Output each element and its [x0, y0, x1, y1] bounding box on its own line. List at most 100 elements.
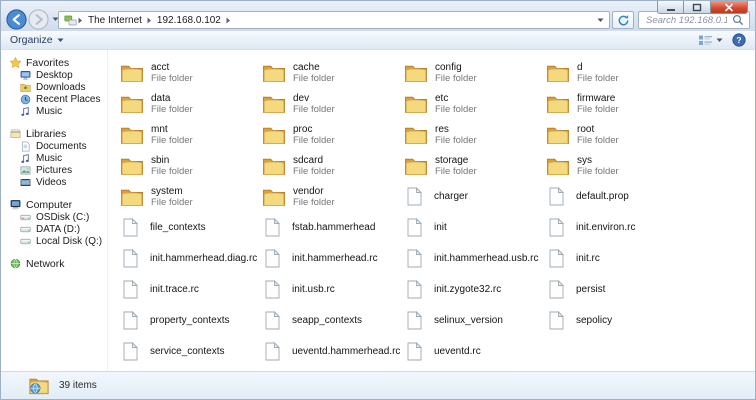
folder-item-sbin[interactable]: sbin File folder: [120, 150, 262, 181]
file-item-property-contexts[interactable]: property_contexts: [120, 305, 262, 336]
folder-item-root[interactable]: root File folder: [546, 119, 688, 150]
folder-item-mnt[interactable]: mnt File folder: [120, 119, 262, 150]
folder-item-etc[interactable]: etc File folder: [404, 88, 546, 119]
folder-icon: [262, 63, 286, 83]
folder-item-data[interactable]: data File folder: [120, 88, 262, 119]
computer-icon: [10, 199, 21, 210]
item-name: init.hammerhead.diag.rc: [150, 253, 258, 264]
file-item-ueventd-hammerhead-rc[interactable]: ueventd.hammerhead.rc: [262, 336, 404, 367]
file-item-init-hammerhead-diag-rc[interactable]: init.hammerhead.diag.rc: [120, 243, 262, 274]
folder-icon: [404, 63, 428, 83]
nav-buttons: [6, 9, 59, 30]
file-item-init-environ-rc[interactable]: init.environ.rc: [546, 212, 688, 243]
pictures-icon: [20, 165, 31, 176]
file-item-init-hammerhead-usb-rc[interactable]: init.hammerhead.usb.rc: [404, 243, 546, 274]
folder-icon: [404, 94, 428, 114]
file-icon: [407, 342, 422, 361]
file-item-charger[interactable]: charger: [404, 181, 546, 212]
sidebar-item-recent-places[interactable]: Recent Places: [8, 93, 107, 105]
file-icon: [549, 249, 564, 268]
folder-item-firmware[interactable]: firmware File folder: [546, 88, 688, 119]
sidebar-header-libraries[interactable]: Libraries: [8, 127, 107, 140]
file-item-init-hammerhead-rc[interactable]: init.hammerhead.rc: [262, 243, 404, 274]
file-item-default-prop[interactable]: default.prop: [546, 181, 688, 212]
file-item-init-rc[interactable]: init.rc: [546, 243, 688, 274]
file-item-init[interactable]: init: [404, 212, 546, 243]
item-type: File folder: [577, 103, 619, 115]
organize-button[interactable]: Organize: [10, 34, 64, 46]
folder-item-res[interactable]: res File folder: [404, 119, 546, 150]
folder-item-storage[interactable]: storage File folder: [404, 150, 546, 181]
folder-item-dev[interactable]: dev File folder: [262, 88, 404, 119]
sidebar-header-network[interactable]: Network: [8, 257, 107, 270]
item-type: File folder: [293, 134, 335, 146]
sidebar-item-local-disk-q[interactable]: Local Disk (Q:): [8, 235, 107, 247]
item-name: d: [577, 61, 583, 73]
folder-item-config[interactable]: config File folder: [404, 57, 546, 88]
item-name: root: [577, 123, 595, 135]
folder-item-system[interactable]: system File folder: [120, 181, 262, 212]
breadcrumb-segment-192-168-0-102[interactable]: 192.168.0.102: [153, 15, 225, 26]
sidebar-item-data-d[interactable]: DATA (D:): [8, 223, 107, 235]
file-item-init-trace-rc[interactable]: init.trace.rc: [120, 274, 262, 305]
sidebar-item-videos[interactable]: Videos: [8, 176, 107, 188]
site-icon: [64, 14, 77, 27]
sidebar-group-libraries: Libraries Documents Music Pictures Videos: [8, 127, 107, 188]
sidebar-item-desktop[interactable]: Desktop: [8, 69, 107, 81]
refresh-button[interactable]: [612, 11, 634, 29]
sidebar-item-downloads[interactable]: Downloads: [8, 81, 107, 93]
close-button[interactable]: [710, 1, 748, 14]
item-type: File folder: [577, 134, 619, 146]
music-icon: [20, 106, 31, 117]
forward-button[interactable]: [28, 9, 49, 30]
file-item-init-usb-rc[interactable]: init.usb.rc: [262, 274, 404, 305]
back-button[interactable]: [6, 9, 27, 30]
views-icon: [698, 34, 713, 47]
sidebar-group-computer: Computer OSDisk (C:) DATA (D:) Local Disk (…: [8, 198, 107, 247]
sidebar-item-documents[interactable]: Documents: [8, 140, 107, 152]
close-icon: [724, 2, 734, 12]
file-item-ueventd-rc[interactable]: ueventd.rc: [404, 336, 546, 367]
folder-item-cache[interactable]: cache File folder: [262, 57, 404, 88]
item-name: default.prop: [576, 191, 629, 202]
change-view-button[interactable]: [698, 34, 723, 47]
file-icon: [549, 218, 564, 237]
window-controls: [657, 1, 748, 14]
file-item-init-zygote32-rc[interactable]: init.zygote32.rc: [404, 274, 546, 305]
sidebar-item-music[interactable]: Music: [8, 105, 107, 117]
folder-item-d[interactable]: d File folder: [546, 57, 688, 88]
file-icon: [265, 249, 280, 268]
address-dropdown[interactable]: [597, 18, 604, 23]
sidebar-item-pictures[interactable]: Pictures: [8, 164, 107, 176]
file-item-service-contexts[interactable]: service_contexts: [120, 336, 262, 367]
file-icon: [265, 311, 280, 330]
item-name: init.rc: [576, 253, 600, 264]
file-item-seapp-contexts[interactable]: seapp_contexts: [262, 305, 404, 336]
breadcrumb-segment-the-internet[interactable]: The Internet: [84, 15, 146, 26]
folder-item-acct[interactable]: acct File folder: [120, 57, 262, 88]
item-name: vendor: [293, 185, 324, 197]
file-icon: [407, 249, 422, 268]
item-name: cache: [293, 61, 320, 73]
file-item-selinux-version[interactable]: selinux_version: [404, 305, 546, 336]
file-item-persist[interactable]: persist: [546, 274, 688, 305]
sidebar-item-osdisk-c[interactable]: OSDisk (C:): [8, 211, 107, 223]
sidebar-item-music[interactable]: Music: [8, 152, 107, 164]
folder-item-sys[interactable]: sys File folder: [546, 150, 688, 181]
file-item-file-contexts[interactable]: file_contexts: [120, 212, 262, 243]
address-bar[interactable]: The Internet 192.168.0.102: [58, 11, 610, 29]
search-input[interactable]: [644, 13, 729, 27]
file-item-sepolicy[interactable]: sepolicy: [546, 305, 688, 336]
folder-item-sdcard[interactable]: sdcard File folder: [262, 150, 404, 181]
item-name: system: [151, 185, 183, 197]
maximize-button[interactable]: [684, 1, 710, 14]
sidebar-item-label: Music: [36, 152, 63, 164]
folder-item-proc[interactable]: proc File folder: [262, 119, 404, 150]
file-item-fstab-hammerhead[interactable]: fstab.hammerhead: [262, 212, 404, 243]
folder-item-vendor[interactable]: vendor File folder: [262, 181, 404, 212]
help-button[interactable]: ?: [732, 33, 746, 47]
minimize-button[interactable]: [657, 1, 684, 14]
sidebar-header-favorites[interactable]: Favorites: [8, 56, 107, 69]
sidebar-header-computer[interactable]: Computer: [8, 198, 107, 211]
item-name: storage: [435, 154, 469, 166]
